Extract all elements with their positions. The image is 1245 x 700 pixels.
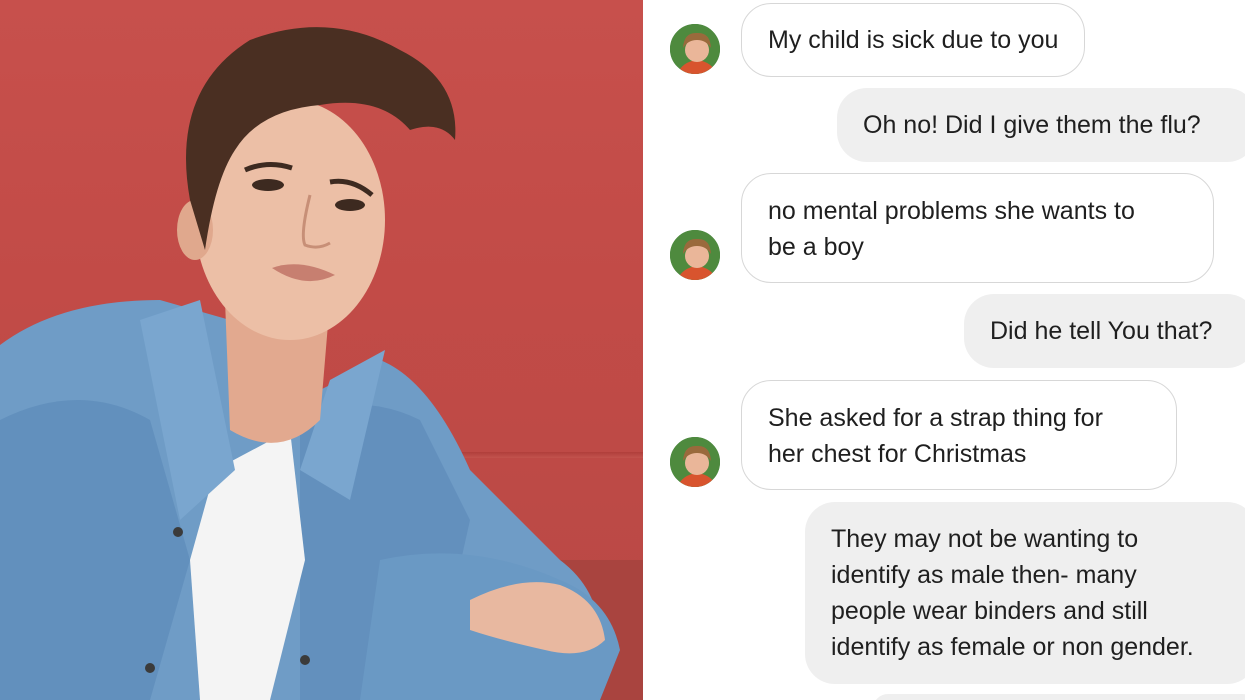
message-bubble-outgoing[interactable]: They may not be wanting to identify as m… bbox=[805, 502, 1245, 684]
message-bubble-incoming[interactable]: My child is sick due to you bbox=[741, 3, 1086, 77]
message-text-line: identify as female or non gender. bbox=[831, 633, 1194, 661]
message-text-line: be a boy bbox=[768, 233, 864, 261]
message-text-line: no mental problems she wants to bbox=[768, 197, 1135, 225]
message-bubble-incoming[interactable]: She asked for a strap thing for her ches… bbox=[741, 380, 1177, 490]
sender-avatar[interactable] bbox=[668, 22, 722, 76]
message-text-line: She asked for a strap thing for bbox=[768, 404, 1103, 432]
sender-avatar[interactable] bbox=[668, 228, 722, 282]
message-bubble-outgoing-partial[interactable] bbox=[873, 694, 1245, 700]
message-text-line: her chest for Christmas bbox=[768, 440, 1027, 468]
message-text-line: They may not be wanting to bbox=[831, 525, 1139, 553]
sender-avatar[interactable] bbox=[668, 435, 722, 489]
message-text-line: people wear binders and still bbox=[831, 597, 1148, 625]
profile-photo bbox=[0, 0, 643, 700]
message-text-line: identify as male then- many bbox=[831, 561, 1137, 589]
message-text: Did he tell You that? bbox=[990, 317, 1213, 345]
message-text: My child is sick due to you bbox=[768, 26, 1059, 54]
message-bubble-outgoing[interactable]: Oh no! Did I give them the flu? bbox=[837, 88, 1245, 162]
message-bubble-incoming[interactable]: no mental problems she wants to be a boy bbox=[741, 173, 1214, 283]
message-bubble-outgoing[interactable]: Did he tell You that? bbox=[964, 294, 1245, 368]
message-text: Oh no! Did I give them the flu? bbox=[863, 111, 1201, 139]
avatar-photo-icon bbox=[670, 24, 720, 74]
avatar-photo-icon bbox=[670, 437, 720, 487]
person-photo-icon bbox=[0, 27, 620, 700]
avatar-photo-icon bbox=[670, 230, 720, 280]
chat-thread[interactable]: My child is sick due to you Oh no! Did I… bbox=[643, 0, 1245, 700]
